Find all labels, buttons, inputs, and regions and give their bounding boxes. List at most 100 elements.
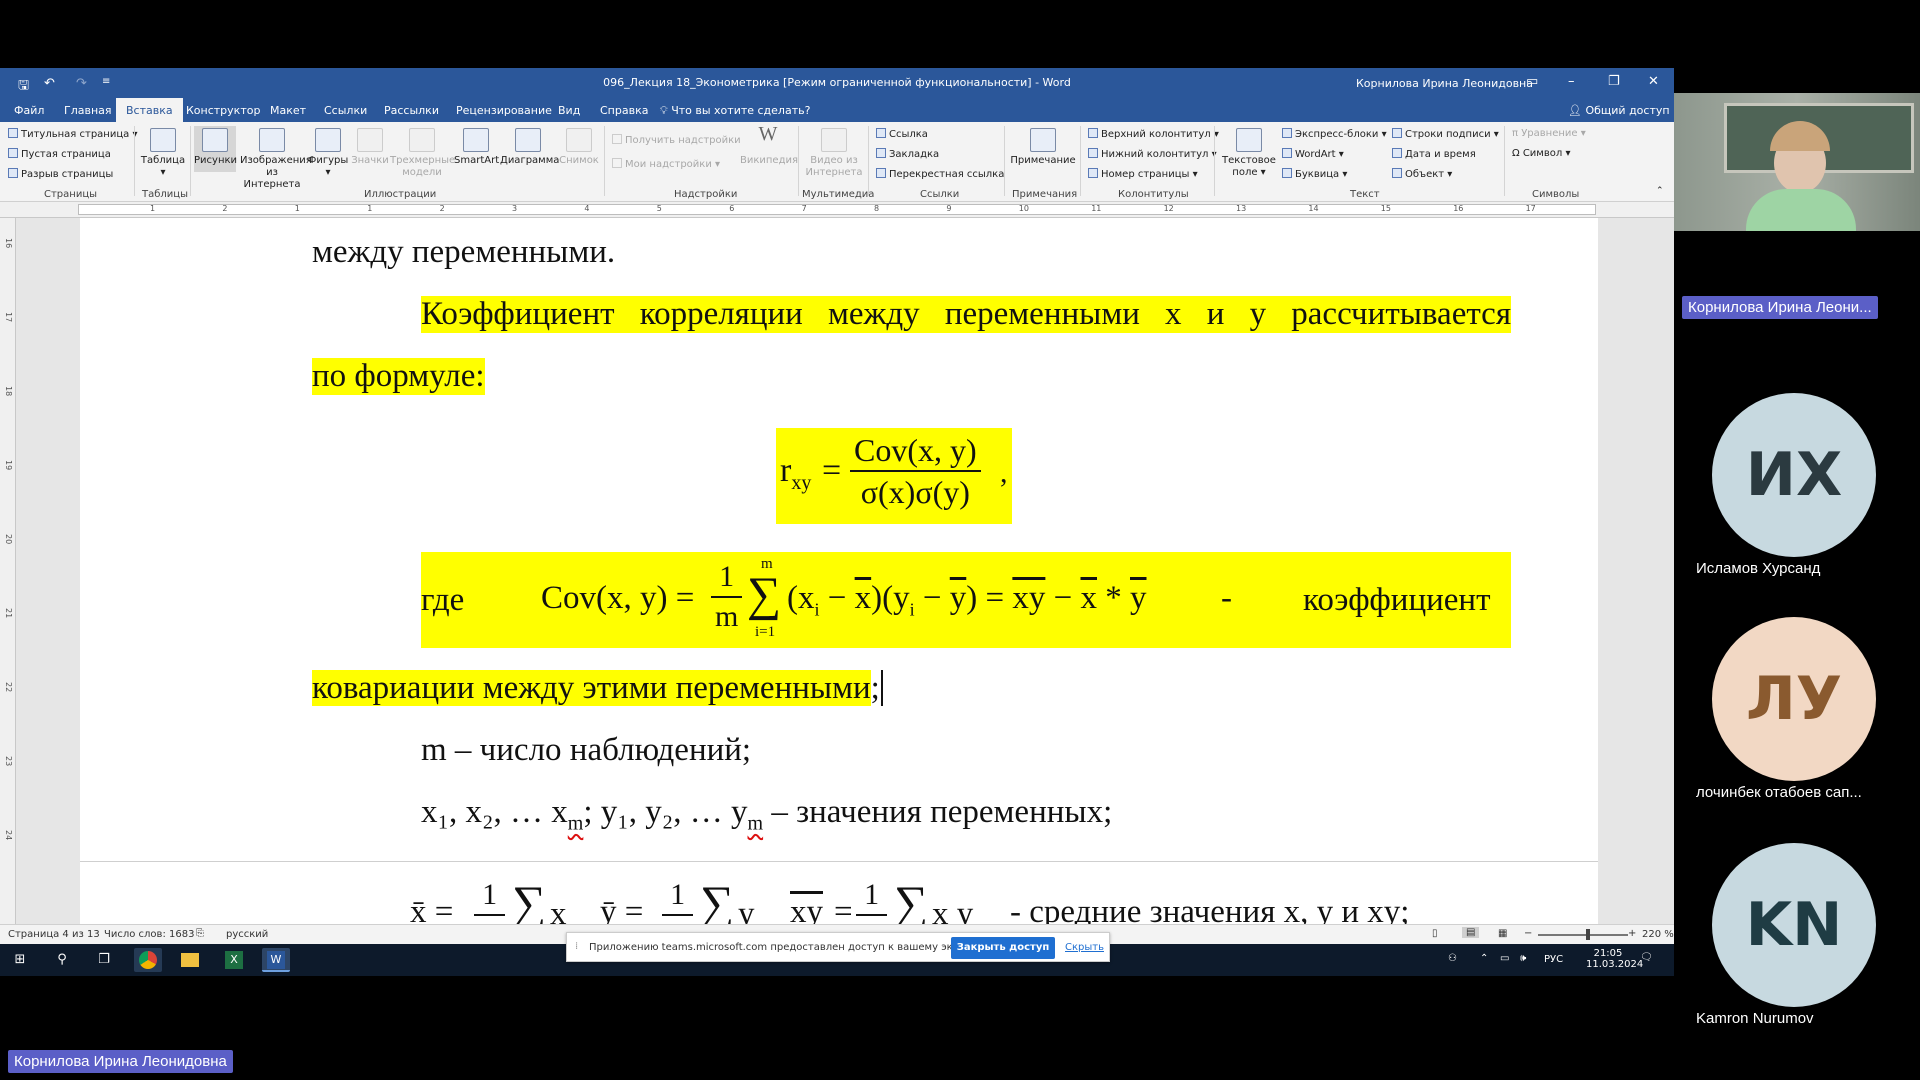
symbol-button[interactable]: Ω Символ ▾ [1512,148,1570,159]
tell-me-search[interactable]: 💡︎ Что вы хотите сделать? [660,104,810,118]
footer-button[interactable]: Нижний колонтитул ▾ [1088,148,1217,160]
text-variable-values[interactable]: x₁, x₂, … xm; y₁, y₂, … ym – значения пе… [421,794,1112,836]
text-para-correlation[interactable]: Коэффициент корреляции между переменными… [421,296,1511,333]
excel-icon[interactable]: X [220,948,248,972]
link-button[interactable]: Ссылка [876,128,928,140]
formula-covariance-line[interactable]: где Cov(x, y) = 1 m m ∑ i=1 (xi − x)(yi … [421,552,1511,648]
tab-home[interactable]: Главная [64,104,112,117]
date-time-button[interactable]: Дата и время [1392,148,1476,160]
word-count[interactable]: Число слов: 1683 [104,929,194,940]
presenter-video[interactable] [1674,93,1920,231]
task-view-icon[interactable]: ❐ [90,948,118,972]
ruler-tick-label: 17 [1525,204,1536,213]
file-explorer-icon[interactable] [176,948,204,972]
tab-view[interactable]: Вид [558,104,580,117]
notifications-icon[interactable]: 🗨︎ [1640,952,1653,963]
tab-help[interactable]: Справка [600,104,648,117]
my-addins-button[interactable]: Мои надстройки ▾ [612,158,720,170]
chrome-icon[interactable] [134,948,162,972]
drag-handle-icon[interactable]: ⁞ [575,941,578,952]
crossref-button[interactable]: Перекрестная ссылка [876,168,1004,180]
wikipedia-button[interactable]: W Википедия [740,124,798,167]
horizontal-ruler[interactable]: 1 2 1 1 2 3 4 5 6 7 8 9 10 11 12 13 14 15 16 17 [0,202,1674,218]
screenshot-button[interactable]: Снимок [556,128,602,167]
share-button[interactable]: 👤︎ Общий доступ [1568,104,1670,117]
online-video-button[interactable]: Видео из Интернета [804,128,864,179]
shapes-button[interactable]: Фигуры ▾ [306,128,350,179]
formula-comma: , [1000,456,1008,489]
tray-chevron-icon[interactable]: ⌃ [1480,953,1488,964]
input-language[interactable]: РУС [1544,954,1563,965]
people-icon[interactable]: ⚇ [1448,953,1457,964]
ribbon-display-icon[interactable]: ▭ [1526,74,1538,89]
hide-banner-link[interactable]: Скрыть [1065,942,1104,953]
zoom-out-icon[interactable]: − [1524,928,1532,939]
text-line-1[interactable]: между переменными. [312,234,615,271]
tab-layout[interactable]: Макет [270,104,306,117]
signature-line-button[interactable]: Строки подписи ▾ [1392,128,1499,140]
text-formula-intro[interactable]: по формуле: [312,358,485,395]
page-count[interactable]: Страница 4 из 13 [8,929,100,940]
zoom-slider[interactable] [1538,934,1628,936]
read-mode-icon[interactable]: ▯ [1432,928,1438,939]
word-taskbar-icon[interactable]: W [262,948,290,972]
quick-parts-button[interactable]: Экспресс-блоки ▾ [1282,128,1387,140]
zoom-level[interactable]: 220 % [1642,929,1674,940]
vertical-ruler[interactable]: 16 17 18 19 20 21 22 23 24 [0,218,16,924]
dropcap-button[interactable]: Буквица ▾ [1282,168,1347,180]
tab-insert[interactable]: Вставка [116,98,183,122]
clock[interactable]: 21:05 11.03.2024 [1586,948,1643,970]
text-covariance[interactable]: ковариации между этими переменными; [312,670,883,707]
object-button[interactable]: Объект ▾ [1392,168,1452,180]
start-icon[interactable]: ⊞ [6,948,34,972]
text-m-observations[interactable]: m – число наблюдений; [421,732,751,769]
pictures-button[interactable]: Рисунки [194,126,237,172]
proofing-icon[interactable]: ⎘ [196,928,204,939]
page-number-button[interactable]: Номер страницы ▾ [1088,168,1198,180]
header-button[interactable]: Верхний колонтитул ▾ [1088,128,1219,140]
account-name[interactable]: Корнилова Ирина Леонидовна [1356,77,1533,90]
wordart-button[interactable]: WordArt ▾ [1282,148,1344,160]
collapse-ribbon-icon[interactable]: ⌃ [1656,186,1664,196]
participant-avatar-2[interactable]: ЛУ [1712,617,1876,781]
cov-lhs: Cov(x, y) = [541,580,695,616]
tab-review[interactable]: Рецензирование [456,104,552,117]
online-pictures-button[interactable]: Изображения из Интернета [240,128,312,191]
stop-sharing-button[interactable]: Закрыть доступ [951,937,1055,959]
tab-file[interactable]: Файл [14,104,44,117]
search-icon[interactable]: ⚲ [48,948,76,972]
volume-icon[interactable]: 🕪︎ [1520,953,1526,964]
participant-avatar-1[interactable]: ИХ [1712,393,1876,557]
blank-page-button[interactable]: Пустая страница [8,148,111,160]
page-break-button[interactable]: Разрыв страницы [8,168,113,180]
formula-means[interactable]: x̄ = 1m ∑ x ȳ = 1m ∑ y xy = 1m ∑ x y - с… [410,876,1530,924]
language-indicator[interactable]: русский [226,929,268,940]
table-button[interactable]: Таблица ▾ [140,128,186,179]
tab-references[interactable]: Ссылки [324,104,367,117]
cover-page-button[interactable]: Титульная страница ▾ [8,128,137,140]
minimize-icon[interactable]: – [1568,74,1575,89]
web-layout-icon[interactable]: ▦ [1498,928,1507,939]
document-area[interactable]: между переменными. Коэффициент корреляци… [16,218,1674,924]
tab-design[interactable]: Конструктор [186,104,260,117]
3d-models-button[interactable]: Трехмерные модели [390,128,455,179]
participant-avatar-3[interactable]: KN [1712,843,1876,1007]
get-addins-button[interactable]: Получить надстройки [612,134,741,146]
smartart-button[interactable]: SmartArt [454,128,499,167]
document-page[interactable]: между переменными. Коэффициент корреляци… [80,218,1598,924]
chart-button[interactable]: Диаграмма [500,128,559,167]
network-icon[interactable]: ▭ [1500,953,1509,964]
comment-button[interactable]: Примечание [1010,128,1076,167]
print-layout-icon[interactable]: ▤ [1462,927,1480,938]
zoom-slider-thumb[interactable] [1586,929,1590,940]
formula-correlation[interactable]: rxy = Cov(x, y) σ(x)σ(y) , [776,428,1012,524]
bookmark-button[interactable]: Закладка [876,148,939,160]
close-icon[interactable]: ✕ [1648,74,1659,89]
restore-icon[interactable]: ❐ [1608,74,1620,89]
means-description: - средние значения x, y и xy; [1010,894,1410,924]
text-box-button[interactable]: Текстовое поле ▾ [1218,128,1280,179]
tab-mailings[interactable]: Рассылки [384,104,439,117]
zoom-in-icon[interactable]: + [1628,928,1636,939]
icons-button[interactable]: Значки [350,128,390,167]
equation-button[interactable]: π Уравнение ▾ [1512,128,1586,139]
